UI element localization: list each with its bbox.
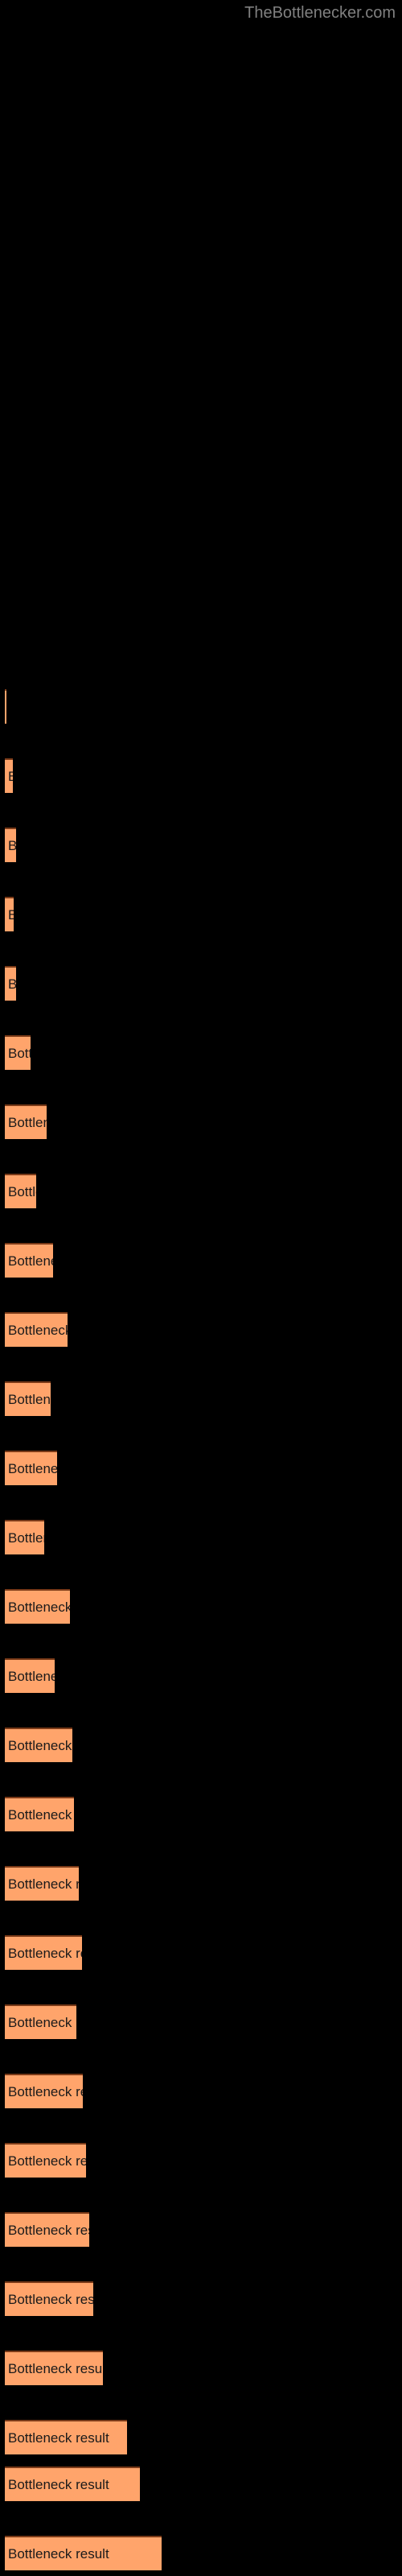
bar-label: Bottleneck result (8, 1391, 51, 1407)
bar: Bottleneck result (5, 1798, 74, 1831)
bar-row: Bottleneck result (5, 1451, 57, 1485)
bar: Bottleneck result (5, 829, 16, 862)
bar-row: Bottleneck result (5, 1935, 82, 1970)
bar: Bottleneck result (5, 2075, 83, 2108)
bar: Bottleneck result (5, 1591, 70, 1624)
bar-row: Bottleneck result (5, 2143, 86, 2178)
bar: Bottleneck result (5, 2421, 127, 2454)
bar-label: Bottleneck result (8, 976, 16, 992)
bar: Bottleneck result (5, 2352, 103, 2385)
bar: Bottleneck result (5, 2468, 140, 2501)
bar-label: Bottleneck result (8, 1460, 57, 1476)
bar-row: Bottleneck result (5, 1312, 68, 1347)
bar: Bottleneck result (5, 1037, 31, 1070)
bar-label: Bottleneck result (8, 1045, 31, 1061)
bar-label: Bottleneck result (8, 2083, 83, 2099)
bar-label: Bottleneck result (8, 1114, 47, 1130)
bar-label: Bottleneck result (8, 768, 13, 784)
bar: Bottleneck result (5, 1868, 79, 1901)
bar-row: Bottleneck result (5, 2281, 93, 2316)
bar-label: Bottleneck result (8, 2291, 93, 2307)
bar-label: Bottleneck result (8, 2153, 86, 2169)
bar-row: Bottleneck result (5, 2536, 162, 2570)
bar-row: Bottleneck result (5, 1658, 55, 1693)
bar: Bottleneck result (5, 1106, 47, 1139)
bar-row: Bottleneck result (5, 1797, 74, 1831)
bar-label: Bottleneck result (8, 1945, 82, 1961)
bar: Bottleneck result (5, 2537, 162, 2570)
bar-label: Bottleneck result (8, 2429, 109, 2446)
bar-row: Bottleneck result (5, 1035, 31, 1070)
bar-row: Bottleneck result (5, 1589, 70, 1624)
bar: Bottleneck result (5, 2283, 93, 2316)
bar-row: Bottleneck result (5, 1104, 47, 1139)
bar-row: Bottleneck result (5, 2004, 76, 2039)
bar-row: Bottleneck result (5, 758, 13, 793)
bar: Bottleneck result (5, 1383, 51, 1416)
bar-label: Bottleneck result (8, 1322, 68, 1338)
bar: Bottleneck result (5, 898, 14, 931)
bar-row: Bottleneck result (5, 828, 16, 862)
bar: Bottleneck result (5, 691, 6, 724)
bar-label: Bottleneck result (8, 906, 14, 923)
bar-label: Bottleneck result (8, 837, 16, 853)
bar: Bottleneck result (5, 1660, 55, 1693)
bar: Bottleneck result (5, 1521, 44, 1554)
bar: Bottleneck result (5, 2145, 86, 2178)
bar-label: Bottleneck result (8, 1253, 53, 1269)
bar-row: Bottleneck result (5, 1243, 53, 1278)
bar-label: Bottleneck result (8, 1876, 79, 1892)
bar-row: Bottleneck result (5, 1866, 79, 1901)
bar-row: Bottleneck result (5, 2420, 127, 2454)
bar-label: Bottleneck result (8, 1599, 70, 1615)
bar: Bottleneck result (5, 968, 16, 1001)
bar-label: Bottleneck result (8, 1530, 44, 1546)
bar-row: Bottleneck result (5, 2074, 83, 2108)
bar-label: Bottleneck result (8, 1806, 74, 1823)
bar: Bottleneck result (5, 760, 13, 793)
bar-label: Bottleneck result (8, 2545, 109, 2562)
bar-row: Bottleneck result (5, 2351, 103, 2385)
bar-row: Bottleneck result (5, 897, 14, 931)
bar-row: Bottleneck result (5, 1381, 51, 1416)
bar-row: Bottleneck result (5, 689, 6, 724)
bar-label: Bottleneck result (8, 1737, 72, 1753)
bottleneck-bar-chart: Bottleneck result Bottleneck result Bottle… (0, 0, 402, 2576)
bar-label: Bottleneck result (8, 2014, 76, 2030)
bar: Bottleneck result (5, 1314, 68, 1347)
bar-row: Bottleneck result (5, 1728, 72, 1762)
bar-label: Bottleneck result (8, 1183, 36, 1199)
bar-label: Bottleneck result (8, 2476, 109, 2492)
bar: Bottleneck result (5, 1729, 72, 1762)
bar-label: Bottleneck result (8, 2222, 89, 2238)
bar: Bottleneck result (5, 2214, 89, 2247)
bar-label: Bottleneck result (8, 2360, 103, 2376)
bar-row: Bottleneck result (5, 2467, 140, 2501)
bar: Bottleneck result (5, 1175, 36, 1208)
bar-row: Bottleneck result (5, 1174, 36, 1208)
site-watermark: TheBottlenecker.com (244, 4, 396, 22)
bar: Bottleneck result (5, 1452, 57, 1485)
bar: Bottleneck result (5, 2006, 76, 2039)
bar-row: Bottleneck result (5, 966, 16, 1001)
bar-label: Bottleneck result (8, 1668, 55, 1684)
bar-row: Bottleneck result (5, 2212, 89, 2247)
bar-row: Bottleneck result (5, 1520, 44, 1554)
bar: Bottleneck result (5, 1245, 53, 1278)
bar: Bottleneck result (5, 1937, 82, 1970)
